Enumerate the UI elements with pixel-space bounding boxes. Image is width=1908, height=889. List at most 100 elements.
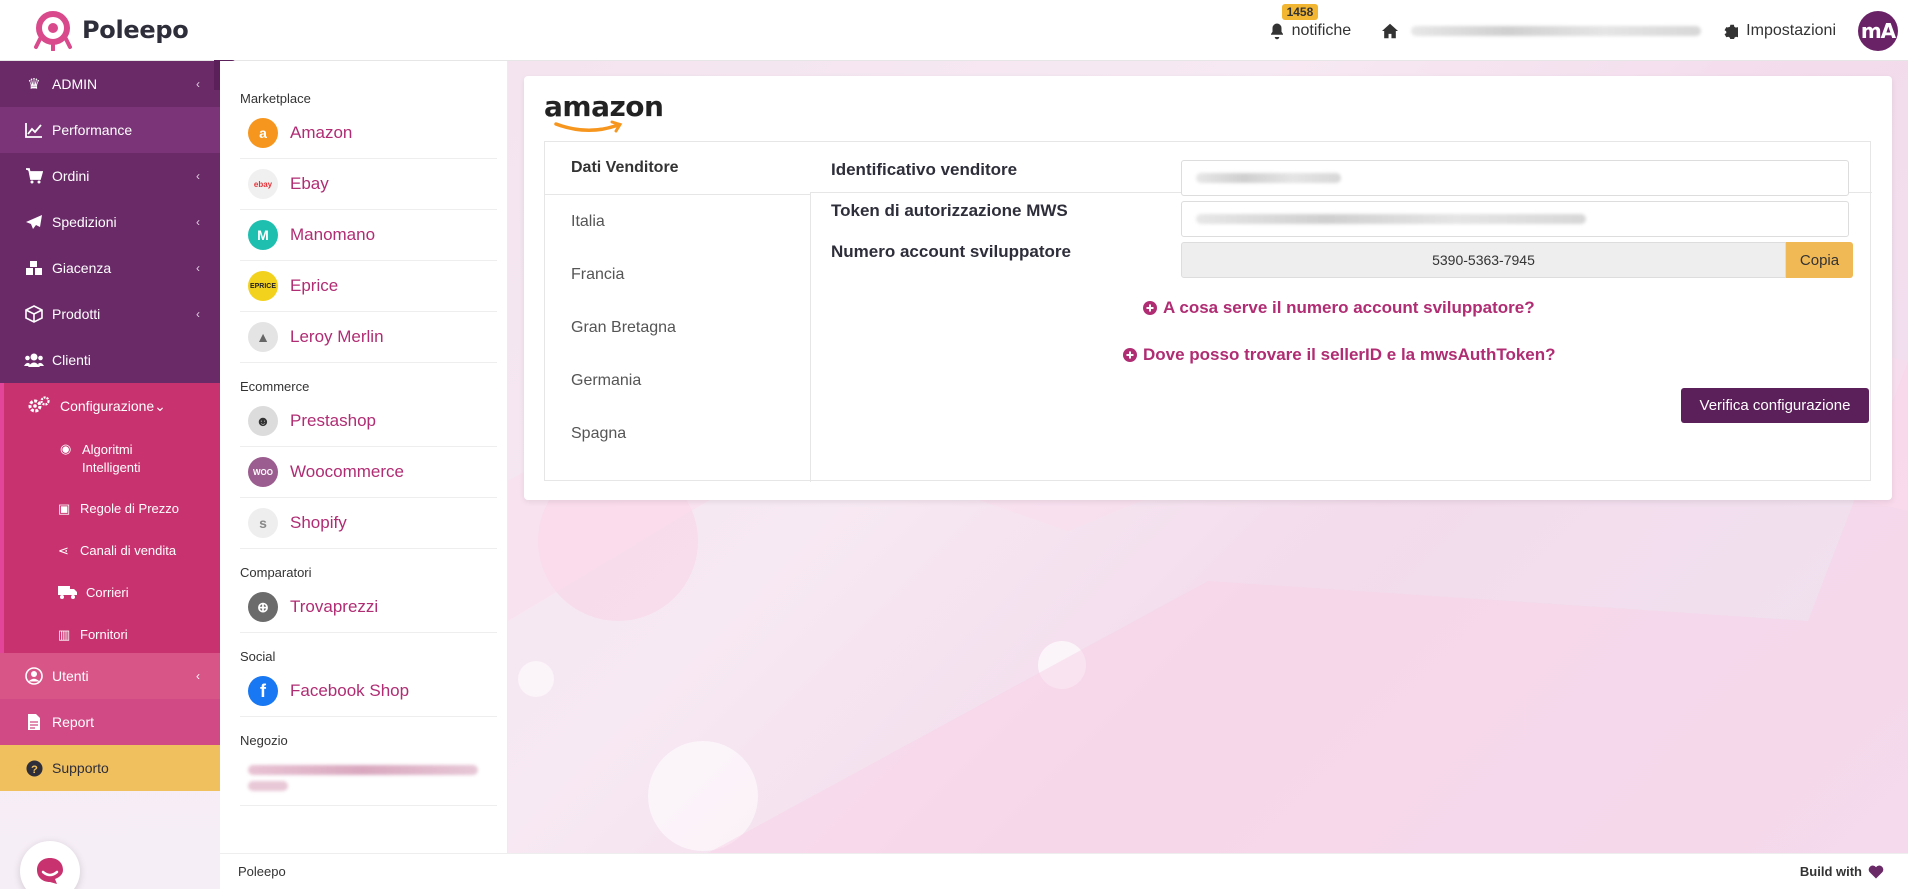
sidebar-subitem-label: Algoritmi Intelligenti bbox=[82, 442, 141, 475]
dev-account-help-link[interactable]: A cosa serve il numero account sviluppat… bbox=[1143, 298, 1535, 318]
channels-panel: Marketplace a Amazon ebay Ebay M Manoman… bbox=[220, 61, 508, 853]
main-content: amazon Dati Venditore Italia Francia Gra… bbox=[508, 61, 1908, 853]
crown-icon: ♛ bbox=[27, 76, 41, 93]
notifications-button[interactable]: 1458 notifiche bbox=[1268, 3, 1352, 40]
leroy-merlin-icon: ▲ bbox=[248, 322, 278, 352]
channel-group-title: Ecommerce bbox=[240, 379, 310, 394]
sidebar-item-report[interactable]: Report bbox=[0, 699, 220, 745]
footer-build-with: Build with bbox=[1799, 864, 1862, 879]
app-logo[interactable]: Poleepo bbox=[32, 9, 189, 52]
channel-group-title: Comparatori bbox=[240, 565, 312, 580]
sidebar-subitem-label: Fornitori bbox=[80, 627, 128, 642]
channel-item-leroy-merlin[interactable]: ▲ Leroy Merlin bbox=[240, 312, 497, 363]
sidebar-item-label: Performance bbox=[52, 122, 133, 138]
seller-id-input[interactable] bbox=[1181, 160, 1849, 196]
footer-credits: Build with bbox=[1800, 864, 1884, 879]
channel-item-ebay[interactable]: ebay Ebay bbox=[240, 159, 497, 210]
tab-italia[interactable]: Italia bbox=[545, 195, 810, 248]
tab-dati-venditore[interactable]: Dati Venditore bbox=[545, 142, 810, 195]
sidebar-item-prodotti[interactable]: Prodotti ‹ bbox=[0, 291, 220, 337]
tab-germania[interactable]: Germania bbox=[545, 354, 810, 407]
vertical-tab-list: Dati Venditore Italia Francia Gran Breta… bbox=[545, 142, 810, 460]
sidebar-item-ordini[interactable]: Ordini ‹ bbox=[0, 153, 220, 199]
amazon-logo: amazon bbox=[544, 90, 664, 123]
amazon-icon: a bbox=[248, 118, 278, 148]
sidebar-item-admin[interactable]: ♛ ADMIN ‹ bbox=[0, 61, 220, 107]
channel-item-negozio[interactable] bbox=[240, 750, 497, 806]
chat-widget-button[interactable] bbox=[20, 841, 80, 889]
channel-item-facebook-shop[interactable]: f Facebook Shop bbox=[240, 666, 497, 717]
sidebar-subitem-canali-di-vendita[interactable]: ⋖ Canali di vendita bbox=[4, 531, 220, 573]
gear-icon bbox=[1724, 24, 1739, 39]
sidebar-item-spedizioni[interactable]: Spedizioni ‹ bbox=[0, 199, 220, 245]
tab-spagna[interactable]: Spagna bbox=[545, 407, 810, 460]
shopify-icon: s bbox=[248, 508, 278, 538]
chevron-down-icon: ⌄ bbox=[154, 397, 166, 414]
chevron-left-icon: ‹ bbox=[196, 307, 200, 321]
sidebar-item-label: Spedizioni bbox=[52, 214, 117, 230]
channel-item-shopify[interactable]: s Shopify bbox=[240, 498, 497, 549]
tab-gran-bretagna[interactable]: Gran Bretagna bbox=[545, 301, 810, 354]
help-link-label: Dove posso trovare il sellerID e la mwsA… bbox=[1143, 345, 1556, 364]
sidebar-subitem-algoritmi-intelligenti[interactable]: ◉ Algoritmi Intelligenti bbox=[4, 429, 220, 489]
sidebar-subitem-regole-di-prezzo[interactable]: ▣ Regole di Prezzo bbox=[4, 489, 220, 531]
amazon-config-card: amazon Dati Venditore Italia Francia Gra… bbox=[524, 76, 1892, 500]
woocommerce-icon: WOO bbox=[248, 457, 278, 487]
prestashop-icon: ☻ bbox=[248, 406, 278, 436]
sidebar-item-configurazione[interactable]: Configurazione ⌄ bbox=[4, 383, 220, 429]
sidebar-item-performance[interactable]: Performance bbox=[0, 107, 220, 153]
sidebar-item-label: Utenti bbox=[52, 668, 89, 684]
sidebar-item-label: Report bbox=[52, 714, 95, 730]
redacted-shop-name bbox=[1411, 25, 1702, 36]
plus-circle-icon bbox=[1123, 348, 1137, 362]
channel-label: Trovaprezzi bbox=[290, 597, 379, 616]
boxes-icon bbox=[24, 258, 44, 278]
channel-label: Facebook Shop bbox=[290, 681, 410, 700]
channel-item-eprice[interactable]: EPRICE Eprice bbox=[240, 261, 497, 312]
chevron-left-icon: ‹ bbox=[196, 77, 200, 91]
channel-item-prestashop[interactable]: ☻ Prestashop bbox=[240, 396, 497, 447]
ebay-icon: ebay bbox=[248, 169, 278, 199]
tab-francia[interactable]: Francia bbox=[545, 248, 810, 301]
channel-label: Woocommerce bbox=[290, 462, 404, 481]
plus-circle-icon bbox=[1143, 301, 1157, 315]
home-shop-selector[interactable] bbox=[1381, 23, 1702, 39]
channel-item-woocommerce[interactable]: WOO Woocommerce bbox=[240, 447, 497, 498]
chevron-left-icon: ‹ bbox=[196, 669, 200, 683]
sidebar-item-clienti[interactable]: Clienti bbox=[0, 337, 220, 383]
sidebar-subitem-corrieri[interactable]: Corrieri bbox=[4, 573, 220, 615]
channel-item-trovaprezzi[interactable]: ⊕ Trovaprezzi bbox=[240, 582, 497, 633]
channel-group-title: Negozio bbox=[240, 733, 288, 748]
channel-label: Manomano bbox=[290, 225, 376, 244]
sidebar-item-giacenza[interactable]: Giacenza ‹ bbox=[0, 245, 220, 291]
channel-item-amazon[interactable]: a Amazon bbox=[240, 108, 497, 159]
channel-label: Ebay bbox=[290, 174, 329, 193]
sidebar-subitem-label: Corrieri bbox=[86, 585, 129, 600]
sidebar-item-utenti[interactable]: Utenti ‹ bbox=[0, 653, 220, 699]
channel-item-manomano[interactable]: M Manomano bbox=[240, 210, 497, 261]
user-circle-icon bbox=[24, 666, 44, 686]
sidebar-subitem-fornitori[interactable]: ▥ Fornitori bbox=[4, 615, 220, 653]
brain-icon: ◉ bbox=[60, 441, 72, 456]
dev-account-number-field: 5390-5363-7945 bbox=[1181, 242, 1786, 278]
seller-id-label: Identificativo venditore bbox=[831, 160, 1018, 179]
user-avatar[interactable]: mA bbox=[1858, 10, 1898, 51]
mws-token-input[interactable] bbox=[1181, 201, 1849, 237]
file-icon bbox=[24, 712, 44, 732]
chevron-left-icon: ‹ bbox=[196, 215, 200, 229]
seller-id-help-link[interactable]: Dove posso trovare il sellerID e la mwsA… bbox=[1123, 345, 1556, 365]
home-icon bbox=[1382, 23, 1399, 38]
sidebar: ♛ ADMIN ‹ Performance Ordini ‹ Spedizion… bbox=[0, 61, 220, 889]
copy-button[interactable]: Copia bbox=[1786, 242, 1853, 278]
header-actions: 1458 notifiche Impostazioni mA bbox=[1268, 0, 1908, 61]
marketplace-tabs: Dati Venditore Italia Francia Gran Breta… bbox=[544, 141, 1872, 482]
chevron-left-icon: ‹ bbox=[196, 261, 200, 275]
notifications-label: notifiche bbox=[1291, 21, 1352, 39]
cart-icon bbox=[24, 166, 44, 186]
settings-button[interactable]: Impostazioni bbox=[1721, 22, 1836, 40]
redacted-mws-token bbox=[1196, 214, 1586, 224]
verify-configuration-button[interactable]: Verifica configurazione bbox=[1681, 388, 1869, 423]
channel-label: Leroy Merlin bbox=[290, 327, 384, 346]
chevron-left-icon: ‹ bbox=[196, 169, 200, 183]
sidebar-item-supporto[interactable]: ? Supporto bbox=[0, 745, 220, 791]
